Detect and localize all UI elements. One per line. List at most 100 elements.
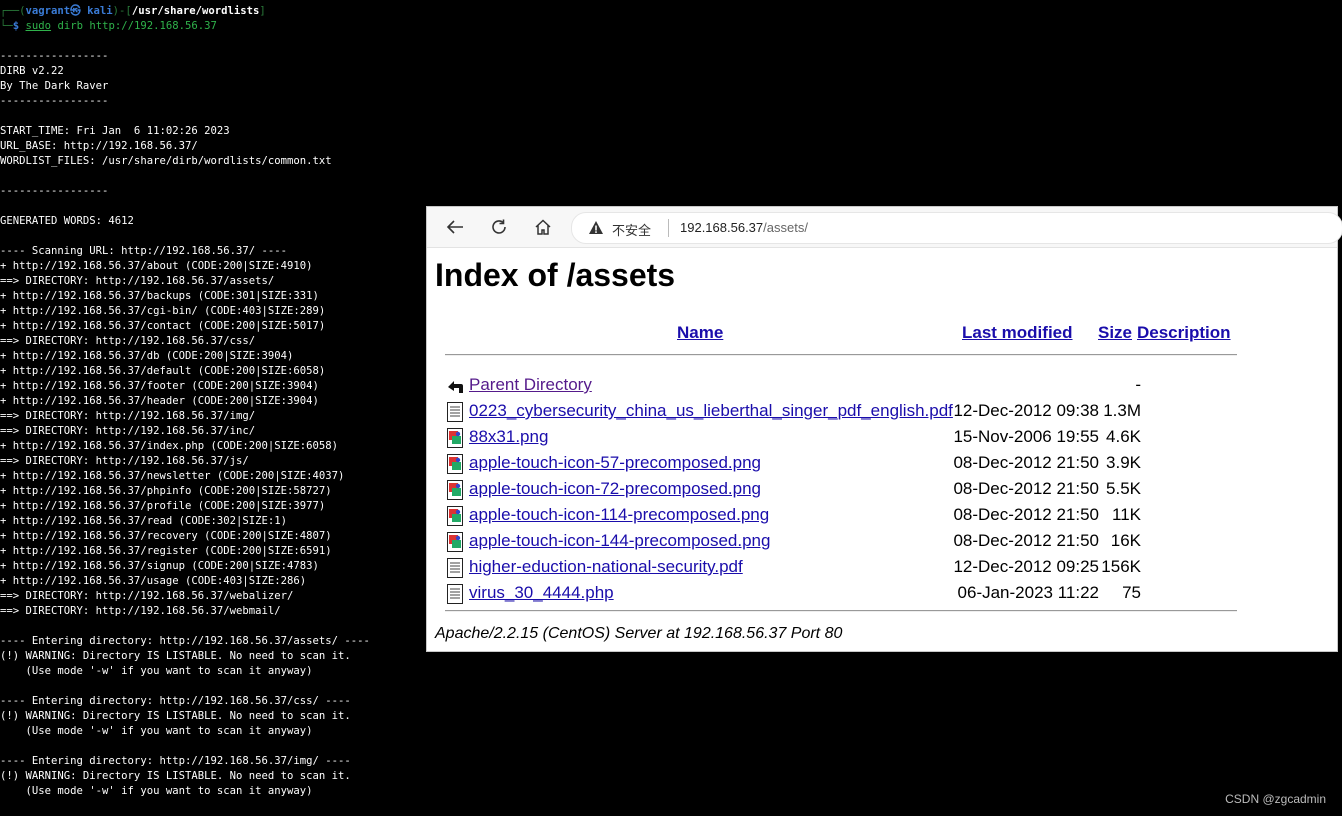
image-icon xyxy=(445,505,465,527)
back-icon xyxy=(445,375,465,397)
size-cell: 75 xyxy=(1122,583,1141,602)
terminal-line: DIRB v2.22 xyxy=(0,65,64,77)
terminal-line: ==> DIRECTORY: http://192.168.56.37/css/ xyxy=(0,335,256,347)
size-cell: 16K xyxy=(1110,531,1141,550)
last-modified-cell: 12-Dec-2012 09:25 xyxy=(953,557,1099,576)
prompt-command: dirb http://192.168.56.37 xyxy=(57,20,217,32)
file-link[interactable]: apple-touch-icon-144-precomposed.png xyxy=(469,531,770,551)
terminal-line: (Use mode '-w' if you want to scan it an… xyxy=(0,665,313,677)
terminal-line: ---- Entering directory: http://192.168.… xyxy=(0,755,351,767)
last-modified-cell: 15-Nov-2006 19:55 xyxy=(953,427,1099,446)
terminal-line: By The Dark Raver xyxy=(0,80,109,92)
table-row: Parent Directory - xyxy=(435,373,1325,397)
size-cell: - xyxy=(1135,375,1141,394)
back-button[interactable] xyxy=(441,214,469,240)
refresh-icon xyxy=(492,219,506,234)
terminal-line: + http://192.168.56.37/read (CODE:302|SI… xyxy=(0,515,288,527)
terminal-line: + http://192.168.56.37/header (CODE:200|… xyxy=(0,395,319,407)
terminal-line: ---- Scanning URL: http://192.168.56.37/… xyxy=(0,245,288,257)
image-icon xyxy=(445,479,465,501)
terminal-line: + http://192.168.56.37/recovery (CODE:20… xyxy=(0,530,332,542)
file-link[interactable]: apple-touch-icon-57-precomposed.png xyxy=(469,453,761,473)
terminal-line: ==> DIRECTORY: http://192.168.56.37/img/ xyxy=(0,410,256,422)
warning-icon[interactable] xyxy=(588,220,604,236)
terminal-line: + http://192.168.56.37/register (CODE:20… xyxy=(0,545,332,557)
terminal-line: (Use mode '-w' if you want to scan it an… xyxy=(0,785,313,797)
terminal-line: (!) WARNING: Directory IS LISTABLE. No n… xyxy=(0,650,351,662)
table-row: virus_30_4444.php 06-Jan-2023 11:22 75 xyxy=(435,581,1325,605)
size-cell: 156K xyxy=(1101,557,1141,576)
terminal-line: + http://192.168.56.37/phpinfo (CODE:200… xyxy=(0,485,332,497)
last-modified-cell: 08-Dec-2012 21:50 xyxy=(953,505,1099,524)
table-row: higher-eduction-national-security.pdf 12-… xyxy=(435,555,1325,579)
terminal-line: ---- Entering directory: http://192.168.… xyxy=(0,695,351,707)
watermark: CSDN @zgcadmin xyxy=(1225,792,1326,806)
arrow-left-icon xyxy=(446,220,463,234)
sort-by-description-link[interactable]: Description xyxy=(1137,323,1231,343)
terminal-line: WORDLIST_FILES: /usr/share/dirb/wordlist… xyxy=(0,155,332,167)
table-row: 88x31.png 15-Nov-2006 19:55 4.6K xyxy=(435,425,1325,449)
prompt-user: vagrant xyxy=(25,5,71,17)
terminal-line: GENERATED WORDS: 4612 xyxy=(0,215,134,227)
table-row: apple-touch-icon-114-precomposed.png 08-D… xyxy=(435,503,1325,527)
security-label[interactable]: 不安全 xyxy=(612,220,651,239)
page-title: Index of /assets xyxy=(435,257,676,293)
last-modified-cell: 08-Dec-2012 21:50 xyxy=(953,453,1099,472)
terminal-line: + http://192.168.56.37/footer (CODE:200|… xyxy=(0,380,319,392)
server-signature: Apache/2.2.15 (CentOS) Server at 192.168… xyxy=(435,625,843,642)
terminal-line: ==> DIRECTORY: http://192.168.56.37/webm… xyxy=(0,605,281,617)
image-icon xyxy=(445,427,465,449)
last-modified-cell: 08-Dec-2012 21:50 xyxy=(953,479,1099,498)
file-link[interactable]: higher-eduction-national-security.pdf xyxy=(469,557,743,577)
terminal-prompt-line-2: └─$ sudo dirb http://192.168.56.37 xyxy=(0,20,217,32)
last-modified-cell: 12-Dec-2012 09:38 xyxy=(953,401,1099,420)
home-button[interactable] xyxy=(529,214,557,240)
sort-by-last-modified-link[interactable]: Last modified xyxy=(962,323,1073,343)
terminal-line: START_TIME: Fri Jan 6 11:02:26 2023 xyxy=(0,125,230,137)
browser-toolbar: 不安全 192.168.56.37/assets/ xyxy=(427,207,1342,248)
sort-by-name-link[interactable]: Name xyxy=(677,323,723,343)
prompt-cwd: /usr/share/wordlists xyxy=(131,5,260,17)
url-host: 192.168.56.37 xyxy=(680,220,764,235)
terminal-line: + http://192.168.56.37/usage (CODE:403|S… xyxy=(0,575,307,587)
terminal-line: + http://192.168.56.37/backups (CODE:301… xyxy=(0,290,319,302)
file-link[interactable]: apple-touch-icon-114-precomposed.png xyxy=(469,505,769,525)
address-bar[interactable]: 不安全 192.168.56.37/assets/ xyxy=(571,212,1342,244)
document-icon xyxy=(445,401,465,423)
browser-window: 不安全 192.168.56.37/assets/ Index of /asse… xyxy=(426,206,1342,652)
size-cell: 11K xyxy=(1112,505,1141,524)
prompt-sudo: sudo xyxy=(25,20,52,32)
terminal-line: ---- Entering directory: http://192.168.… xyxy=(0,635,370,647)
terminal-line: (Use mode '-w' if you want to scan it an… xyxy=(0,725,313,737)
file-link[interactable]: apple-touch-icon-72-precomposed.png xyxy=(469,479,761,499)
terminal-line: + http://192.168.56.37/newsletter (CODE:… xyxy=(0,470,345,482)
table-row: apple-touch-icon-72-precomposed.png 08-De… xyxy=(435,477,1325,501)
terminal-line: ----------------- xyxy=(0,185,109,197)
size-cell: 5.5K xyxy=(1106,479,1141,498)
terminal-line: + http://192.168.56.37/about (CODE:200|S… xyxy=(0,260,313,272)
footer-divider xyxy=(445,610,1237,612)
terminal-line: ==> DIRECTORY: http://192.168.56.37/asse… xyxy=(0,275,275,287)
file-link[interactable]: 88x31.png xyxy=(469,427,548,447)
header-divider xyxy=(445,354,1237,356)
terminal-line: ==> DIRECTORY: http://192.168.56.37/inc/ xyxy=(0,425,256,437)
url-text: 192.168.56.37/assets/ xyxy=(680,220,808,235)
file-link[interactable]: virus_30_4444.php xyxy=(469,583,614,603)
last-modified-cell: 08-Dec-2012 21:50 xyxy=(953,531,1099,550)
terminal-line: URL_BASE: http://192.168.56.37/ xyxy=(0,140,198,152)
prompt-at-symbol: ㉿ xyxy=(70,5,81,17)
file-link[interactable]: Parent Directory xyxy=(469,375,592,395)
terminal-line: ----------------- xyxy=(0,50,109,62)
terminal-line: + http://192.168.56.37/signup (CODE:200|… xyxy=(0,560,319,572)
terminal-line: + http://192.168.56.37/db (CODE:200|SIZE… xyxy=(0,350,294,362)
size-cell: 1.3M xyxy=(1103,401,1141,420)
last-modified-cell: 06-Jan-2023 11:22 xyxy=(957,583,1099,602)
terminal-line: + http://192.168.56.37/contact (CODE:200… xyxy=(0,320,326,332)
table-row: apple-touch-icon-144-precomposed.png 08-D… xyxy=(435,529,1325,553)
file-link[interactable]: 0223_cybersecurity_china_us_lieberthal_s… xyxy=(469,401,953,421)
terminal-line: (!) WARNING: Directory IS LISTABLE. No n… xyxy=(0,770,351,782)
sort-by-size-link[interactable]: Size xyxy=(1098,323,1132,343)
refresh-button[interactable] xyxy=(485,214,513,240)
home-icon xyxy=(535,219,551,235)
document-icon xyxy=(445,583,465,605)
